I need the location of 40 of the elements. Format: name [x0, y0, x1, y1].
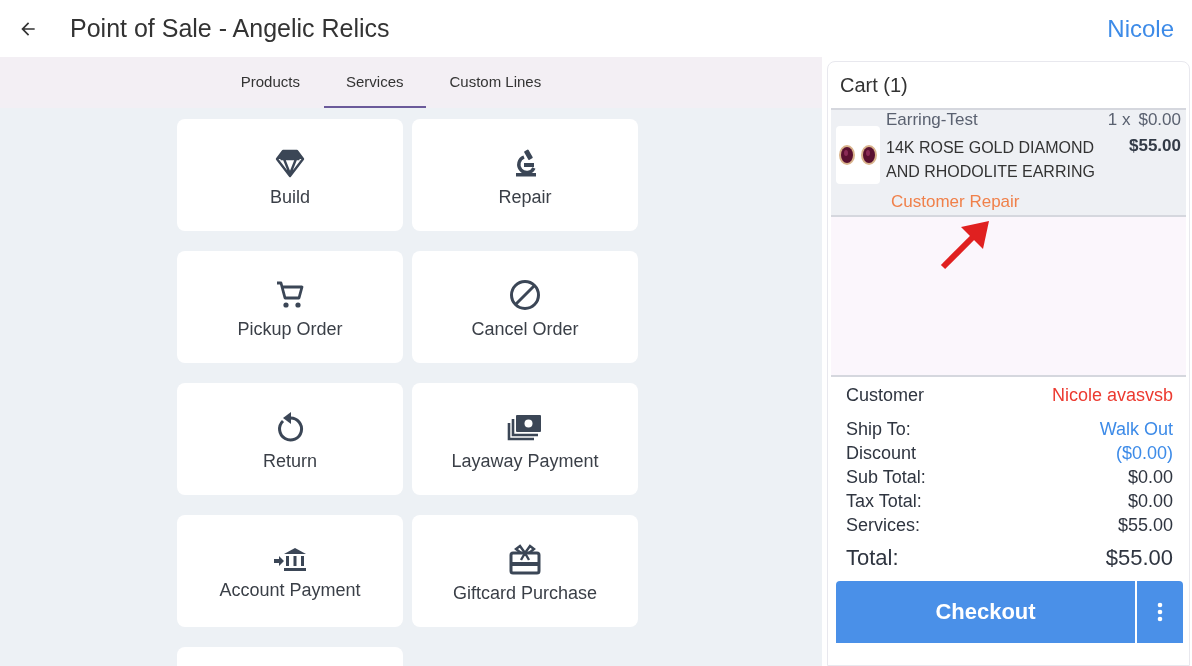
cart-item[interactable]: Earring-Test 1 x $0.00 14K ROSE GOLD DIAMOND AND RHODOLITE EARRING $55.00 Customer Repair — [831, 108, 1186, 217]
summary-label: Sub Total: — [846, 466, 926, 489]
bank-transfer-icon — [273, 545, 307, 572]
more-vertical-icon — [1157, 602, 1163, 622]
service-tile[interactable]: Cancel Order — [412, 251, 638, 363]
summary-value: $0.00 — [1127, 490, 1173, 513]
summary-label: Total: — [846, 544, 899, 572]
unit-price: $0.00 — [1138, 109, 1181, 130]
summary-value[interactable]: Walk Out — [1099, 417, 1173, 441]
service-tile[interactable]: Layaway Payment — [412, 383, 638, 495]
cancel-icon — [509, 278, 541, 311]
cart-title: Cart (1) — [839, 73, 909, 98]
summary-value: Nicole avasvsb — [1051, 384, 1173, 407]
service-tile[interactable]: Return — [177, 383, 403, 495]
service-label: Customer Repair — [891, 191, 1021, 212]
service-tile[interactable]: Build — [177, 119, 403, 231]
summary-value: $55.00 — [1117, 514, 1173, 537]
summary-value[interactable]: ($0.00) — [1115, 441, 1173, 465]
summary-label: Customer — [846, 384, 925, 407]
service-tile[interactable]: Account Payment — [177, 515, 403, 627]
item-price: $55.00 — [1129, 135, 1181, 157]
tab[interactable]: Products — [218, 57, 322, 108]
summary-value: $0.00 — [1127, 466, 1173, 489]
summary-label: Discount — [846, 442, 917, 465]
gift-card-icon — [508, 542, 542, 575]
item-quantity: 1 x — [1107, 109, 1131, 130]
tab[interactable]: Custom Lines — [427, 57, 564, 108]
item-name: Earring-Test — [886, 109, 979, 130]
item-description: 14K ROSE GOLD DIAMOND AND RHODOLITE EARRING — [886, 137, 1096, 182]
annotation-arrow — [939, 219, 991, 271]
service-tile[interactable]: Pickup Order — [177, 251, 403, 363]
service-tile[interactable]: Repair — [412, 119, 638, 231]
tab[interactable]: Services — [323, 57, 426, 108]
more-options-button[interactable] — [1137, 581, 1183, 643]
page-title: Point of Sale - Angelic Relics — [70, 14, 390, 43]
service-tile[interactable]: Giftcard Purchase — [412, 515, 638, 627]
summary-label: Ship To: — [846, 418, 911, 441]
summary-label: Services: — [846, 514, 921, 537]
summary-value: $55.00 — [1105, 544, 1173, 572]
summary-label: Tax Total: — [846, 490, 922, 513]
